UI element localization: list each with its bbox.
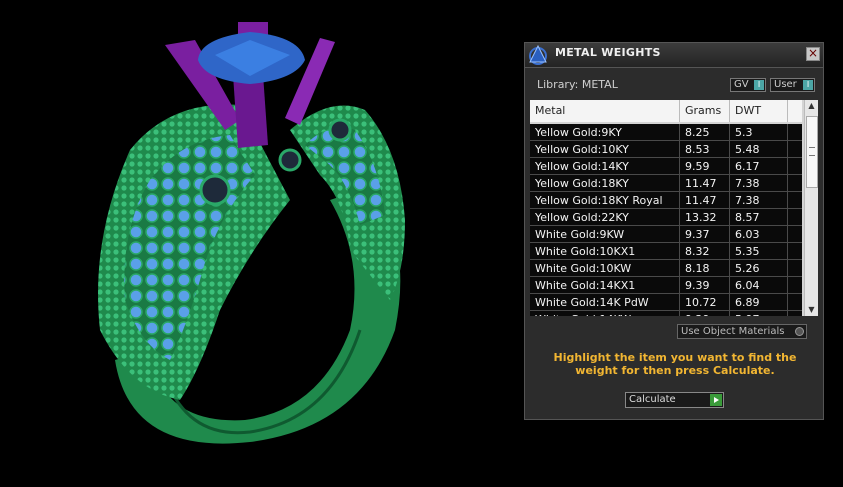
metal-cell: White Gold:14K PdW: [530, 294, 680, 311]
grams-cell: 8.32: [680, 243, 730, 260]
table-row[interactable]: Yellow Gold:9KY 8.25 5.3: [530, 124, 802, 141]
dwt-cell: 8.57: [730, 209, 788, 226]
dwt-cell: 6.17: [730, 158, 788, 175]
grams-cell: 9.37: [680, 226, 730, 243]
ring-model: [98, 22, 405, 444]
empty-cell: [788, 243, 802, 260]
grams-cell: 11.47: [680, 192, 730, 209]
calculate-button[interactable]: Calculate: [625, 392, 724, 408]
library-label: Library: METAL: [537, 78, 618, 91]
table-body: Yellow Gold:9KY 8.25 5.3 Yellow Gold:10KY 8.…: [530, 124, 802, 316]
grams-cell: 10.72: [680, 294, 730, 311]
use-object-materials-toggle[interactable]: Use Object Materials: [677, 324, 807, 339]
metal-table: Metal Grams DWT Yellow Gold:9KY 8.25 5.3 Ye…: [530, 100, 818, 316]
3d-viewport[interactable]: [0, 0, 520, 483]
dwt-cell: 6.89: [730, 294, 788, 311]
dwt-cell: 5.35: [730, 243, 788, 260]
metal-cell: Yellow Gold:22KY: [530, 209, 680, 226]
empty-cell: [788, 192, 802, 209]
close-button[interactable]: ×: [806, 47, 820, 61]
panel-title: METAL WEIGHTS: [555, 46, 661, 59]
table-row[interactable]: Yellow Gold:14KY 9.59 6.17: [530, 158, 802, 175]
grams-cell: 8.53: [680, 141, 730, 158]
empty-cell: [788, 226, 802, 243]
scroll-down-icon[interactable]: ▼: [805, 304, 818, 316]
panel-titlebar[interactable]: METAL WEIGHTS ×: [525, 43, 823, 68]
column-header-grams[interactable]: Grams: [680, 100, 730, 122]
metal-weights-panel: METAL WEIGHTS × Library: METAL GV I User…: [524, 42, 824, 420]
table-row[interactable]: Yellow Gold:18KY 11.47 7.38: [530, 175, 802, 192]
grams-cell: 8.25: [680, 124, 730, 141]
close-icon: ×: [807, 46, 819, 60]
empty-cell: [788, 277, 802, 294]
table-row[interactable]: Yellow Gold:10KY 8.53 5.48: [530, 141, 802, 158]
dwt-cell: 7.38: [730, 192, 788, 209]
dwt-cell: 5.48: [730, 141, 788, 158]
metal-cell: Yellow Gold:18KY Royal: [530, 192, 680, 209]
empty-cell: [788, 124, 802, 141]
table-row[interactable]: White Gold:14K PdW 10.72 6.89: [530, 294, 802, 311]
dwt-cell: 5.3: [730, 124, 788, 141]
dwt-cell: 6.04: [730, 277, 788, 294]
column-header-dwt[interactable]: DWT: [730, 100, 788, 122]
metal-cell: White Gold:14KX1: [530, 277, 680, 294]
empty-cell: [788, 209, 802, 226]
empty-cell: [788, 294, 802, 311]
grams-cell: 11.47: [680, 175, 730, 192]
play-icon: [710, 394, 722, 406]
metal-cell: White Gold:10KX1: [530, 243, 680, 260]
scroll-up-icon[interactable]: ▲: [805, 100, 818, 112]
metal-cell: Yellow Gold:14KY: [530, 158, 680, 175]
dwt-cell: 5.97: [730, 311, 788, 316]
grams-cell: 8.18: [680, 260, 730, 277]
table-row[interactable]: Yellow Gold:18KY Royal 11.47 7.38: [530, 192, 802, 209]
dwt-cell: 7.38: [730, 175, 788, 192]
table-row[interactable]: White Gold:10KX1 8.32 5.35: [530, 243, 802, 260]
gv-toggle-knob: I: [754, 80, 764, 90]
dwt-cell: 5.26: [730, 260, 788, 277]
gv-toggle[interactable]: GV I: [730, 78, 766, 92]
grams-cell: 13.32: [680, 209, 730, 226]
dwt-cell: 6.03: [730, 226, 788, 243]
grams-cell: 9.59: [680, 158, 730, 175]
table-scrollbar[interactable]: ▲ ▼: [804, 100, 818, 316]
grams-cell: 9.39: [680, 277, 730, 294]
empty-cell: [788, 311, 802, 316]
empty-cell: [788, 158, 802, 175]
metal-cell: Yellow Gold:9KY: [530, 124, 680, 141]
metal-cell: White Gold:9KW: [530, 226, 680, 243]
empty-cell: [788, 175, 802, 192]
table-row[interactable]: White Gold:14KW9.295.97: [530, 311, 802, 316]
table-row[interactable]: White Gold:14KX1 9.39 6.04: [530, 277, 802, 294]
table-header: Metal Grams DWT: [530, 100, 802, 122]
metal-cell: White Gold:14KW: [530, 311, 680, 316]
triangle-logo-icon: [527, 44, 549, 66]
metal-cell: Yellow Gold:10KY: [530, 141, 680, 158]
table-row[interactable]: White Gold:10KW 8.18 5.26: [530, 260, 802, 277]
table-row[interactable]: White Gold:9KW 9.37 6.03: [530, 226, 802, 243]
empty-cell: [788, 260, 802, 277]
scroll-thumb[interactable]: [806, 116, 818, 188]
metal-cell: Yellow Gold:18KY: [530, 175, 680, 192]
empty-cell: [788, 141, 802, 158]
column-header-metal[interactable]: Metal: [530, 100, 680, 122]
metal-cell: White Gold:10KW: [530, 260, 680, 277]
user-toggle[interactable]: User I: [770, 78, 815, 92]
table-row[interactable]: Yellow Gold:22KY 13.32 8.57: [530, 209, 802, 226]
radio-icon: [795, 327, 804, 336]
instruction-text: Highlight the item you want to find the …: [553, 351, 797, 377]
user-toggle-knob: I: [803, 80, 813, 90]
grams-cell: 9.29: [680, 311, 730, 316]
